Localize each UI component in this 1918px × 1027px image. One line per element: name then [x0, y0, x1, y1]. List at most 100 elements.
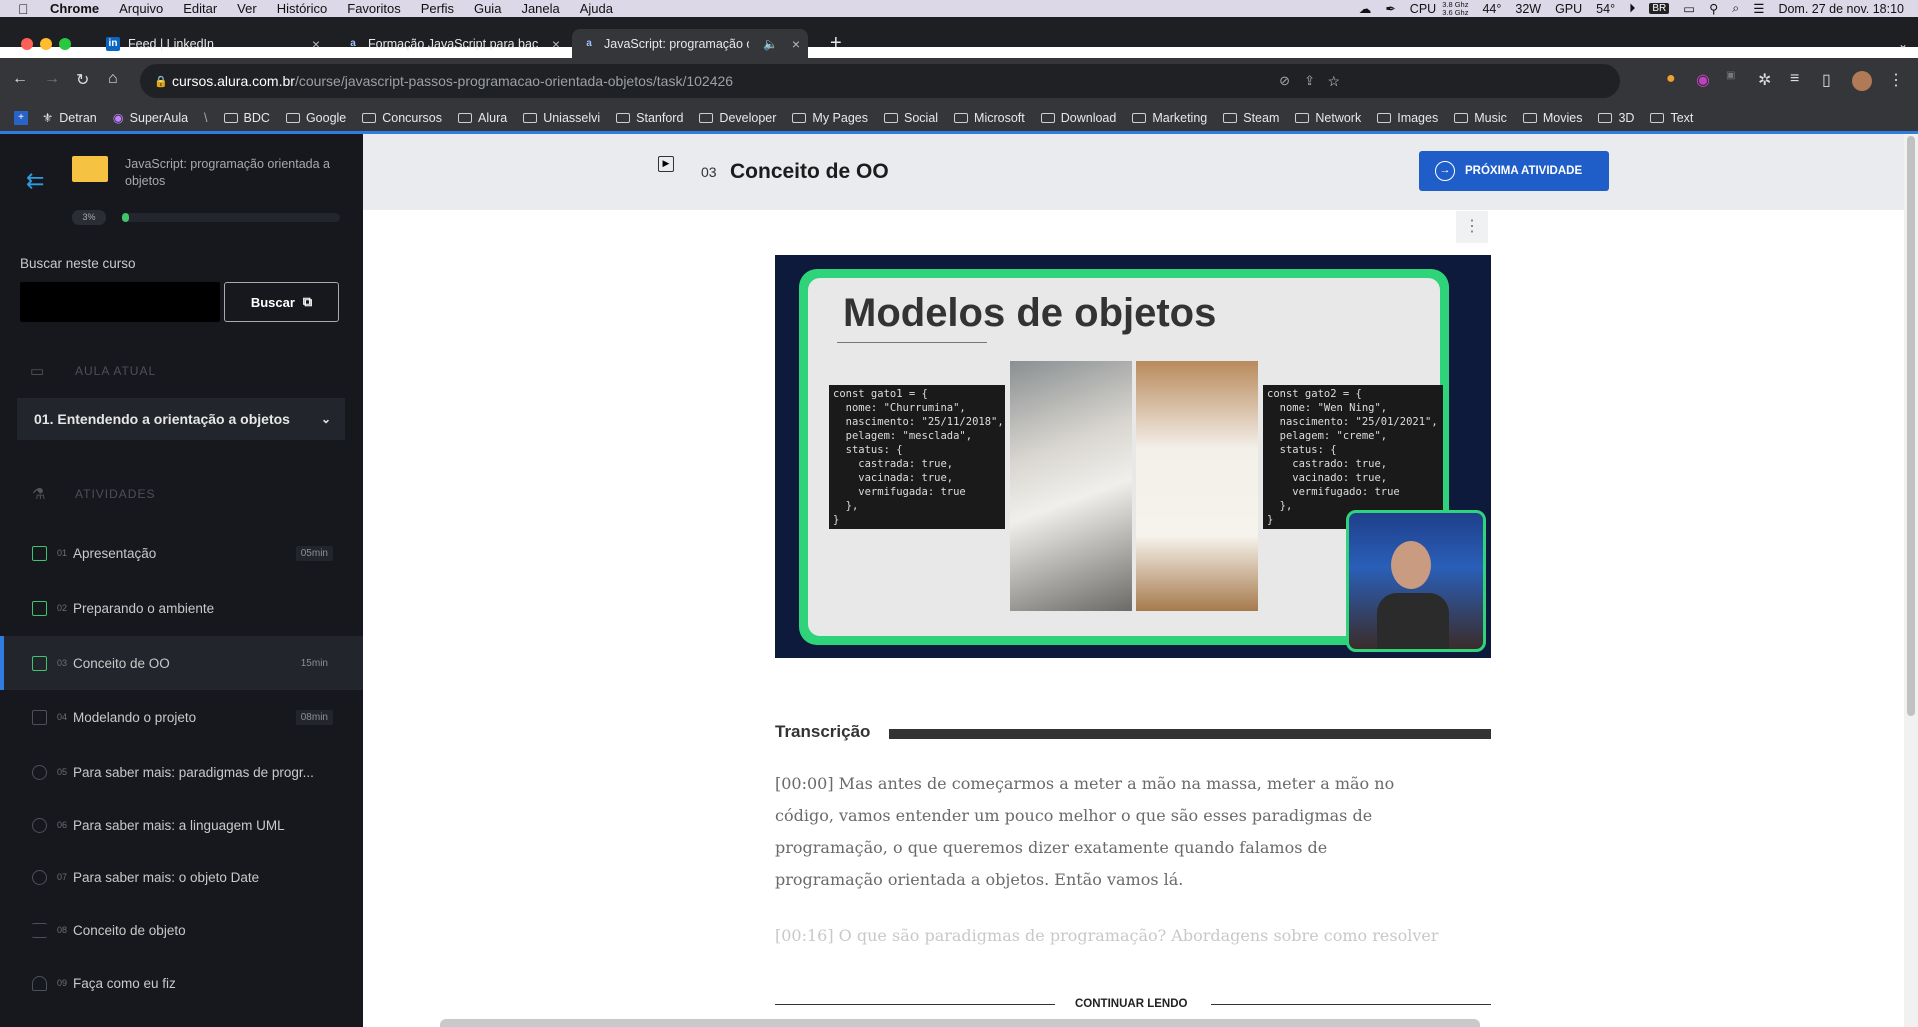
activity-item-active[interactable]: 03 Conceito de OO 15min: [0, 636, 363, 690]
bookmark-music[interactable]: Music: [1454, 111, 1507, 125]
bookmark-superaula[interactable]: ◉ SuperAula: [113, 110, 188, 126]
bookmark-microsoft[interactable]: Microsoft: [954, 111, 1025, 125]
power-readout[interactable]: 32W: [1515, 2, 1541, 16]
activity-num: 02: [57, 603, 68, 613]
avatar[interactable]: [1852, 71, 1872, 91]
bookmark-download[interactable]: Download: [1040, 111, 1116, 125]
activity-item[interactable]: 04 Modelando o projeto 08min: [0, 690, 363, 744]
scrollbar[interactable]: [1904, 134, 1918, 1027]
window-icon[interactable]: ▭: [1683, 1, 1695, 16]
tab-formacao[interactable]: a Formação JavaScript para bac ×: [336, 29, 568, 58]
code-line: }: [833, 514, 840, 526]
forward-icon[interactable]: →: [44, 70, 60, 88]
bookmark-pin-icon[interactable]: +: [14, 110, 28, 125]
next-activity-button[interactable]: → PRÓXIMA ATIVIDADE: [1419, 151, 1609, 191]
reload-icon[interactable]: ↻: [76, 70, 89, 90]
lock-icon[interactable]: 🔒: [154, 75, 168, 88]
datetime[interactable]: Dom. 27 de nov. 18:10: [1778, 2, 1904, 16]
menu-ajuda[interactable]: Ajuda: [580, 1, 613, 16]
tab-search-chevron-icon[interactable]: ⌄: [1888, 29, 1918, 58]
close-tab-icon[interactable]: ×: [792, 36, 800, 52]
address-bar[interactable]: 🔒 cursos.alura.com.br/course/javascript-…: [140, 64, 1620, 98]
share-icon[interactable]: ⇪: [1304, 73, 1315, 89]
network-icon[interactable]: ⚲: [1709, 1, 1718, 16]
control-center-icon[interactable]: ☰: [1753, 1, 1764, 16]
bookmark-movies[interactable]: Movies: [1522, 111, 1582, 125]
bookmark-images[interactable]: Images: [1377, 111, 1438, 125]
bookmark-my-pages[interactable]: My Pages: [792, 111, 868, 125]
sidepanel-icon[interactable]: ▯: [1822, 70, 1831, 90]
bookmark-social[interactable]: Social: [884, 111, 938, 125]
menu-perfis[interactable]: Perfis: [421, 1, 454, 16]
extension-icon[interactable]: ◉: [1696, 70, 1710, 90]
bookmark-steam[interactable]: Steam: [1223, 111, 1279, 125]
collapse-menu-icon[interactable]: ⇇: [26, 168, 44, 194]
menu-guia[interactable]: Guia: [474, 1, 501, 16]
current-lesson-dropdown[interactable]: 01. Entendendo a orientação a objetos ⌄: [17, 398, 345, 440]
activity-item[interactable]: 06 Para saber mais: a linguagem UML: [0, 798, 363, 852]
search-icon[interactable]: ⌕: [1732, 1, 1739, 16]
bookmark-uniasselvi[interactable]: Uniasselvi: [523, 111, 600, 125]
scrollbar-thumb[interactable]: [1907, 136, 1915, 716]
kebab-menu-icon[interactable]: ⋮: [1888, 70, 1904, 90]
bookmark-concursos[interactable]: Concursos: [362, 111, 442, 125]
folder-icon: [1598, 112, 1613, 123]
bookmark-3d[interactable]: 3D: [1598, 111, 1634, 125]
puzzle-icon[interactable]: ✲: [1758, 70, 1771, 90]
gpu-temp[interactable]: 54°: [1596, 2, 1615, 16]
lang-badge[interactable]: BR: [1649, 3, 1670, 14]
menu-janela[interactable]: Janela: [521, 1, 559, 16]
bookmark-developer[interactable]: Developer: [699, 111, 776, 125]
bookmark-stanford[interactable]: Stanford: [616, 111, 683, 125]
gpu-label[interactable]: GPU: [1555, 2, 1582, 16]
tab-title: JavaScript: programação o: [604, 36, 749, 51]
bookmark-alura[interactable]: Alura: [458, 111, 507, 125]
menu-historico[interactable]: Histórico: [277, 1, 328, 16]
bookmark-google[interactable]: Google: [285, 111, 346, 125]
feather-icon[interactable]: ✒: [1385, 1, 1395, 16]
back-icon[interactable]: ←: [12, 70, 28, 88]
macos-dock[interactable]: [440, 1019, 1480, 1027]
home-icon[interactable]: ⌂: [108, 70, 118, 88]
activity-item[interactable]: 05 Para saber mais: paradigmas de progr..…: [0, 745, 363, 799]
bookmark-marketing[interactable]: Marketing: [1132, 111, 1207, 125]
apple-icon[interactable]: : [18, 1, 36, 17]
play-icon[interactable]: ⏵: [1629, 1, 1635, 16]
course-search-input[interactable]: [20, 282, 220, 322]
speaker-icon[interactable]: 🔈: [763, 37, 778, 51]
tab-javascript-active[interactable]: a JavaScript: programação o 🔈 ×: [572, 29, 808, 58]
menu-ver[interactable]: Ver: [237, 1, 257, 16]
tab-linkedin[interactable]: in Feed | LinkedIn ×: [96, 29, 328, 58]
cpu-label[interactable]: CPU: [1410, 2, 1436, 16]
bookmark-detran[interactable]: ⚜ Detran: [42, 110, 97, 126]
close-window-button[interactable]: [21, 38, 33, 50]
close-tab-icon[interactable]: ×: [552, 36, 560, 52]
video-player[interactable]: Modelos de objetos const gato1 = { nome:…: [775, 255, 1491, 658]
cpu-temp[interactable]: 44°: [1482, 2, 1501, 16]
close-tab-icon[interactable]: ×: [312, 36, 320, 52]
activity-item[interactable]: 01 Apresentação 05min: [0, 526, 363, 580]
menu-favoritos[interactable]: Favoritos: [347, 1, 400, 16]
activity-item[interactable]: 09 Faça como eu fiz: [0, 956, 363, 1010]
menu-editar[interactable]: Editar: [183, 1, 217, 16]
minimize-window-button[interactable]: [40, 38, 52, 50]
cloud-icon[interactable]: ☁: [1359, 1, 1372, 16]
star-icon[interactable]: ☆: [1327, 73, 1340, 90]
activity-item[interactable]: 02 Preparando o ambiente: [0, 581, 363, 635]
new-tab-button[interactable]: +: [820, 29, 852, 58]
activity-item[interactable]: 08 Conceito de objeto: [0, 903, 363, 957]
activity-item[interactable]: 07 Para saber mais: o objeto Date: [0, 850, 363, 904]
bookmark-text[interactable]: Text: [1650, 111, 1693, 125]
bookmark-network[interactable]: Network: [1295, 111, 1361, 125]
more-options-icon[interactable]: ⋮: [1456, 211, 1488, 243]
bookmark-bdc[interactable]: BDC: [223, 111, 270, 125]
menu-app[interactable]: Chrome: [50, 1, 99, 16]
search-button[interactable]: Buscar ⧉: [224, 282, 339, 322]
eye-off-icon[interactable]: ⊘: [1279, 73, 1290, 89]
extension-icon[interactable]: ●: [1666, 70, 1676, 88]
menu-arquivo[interactable]: Arquivo: [119, 1, 163, 16]
continue-reading-button[interactable]: CONTINUAR LENDO: [1075, 998, 1187, 1010]
media-icon[interactable]: ≡: [1790, 70, 1799, 88]
extension-icon[interactable]: ▣: [1726, 70, 1735, 81]
zoom-window-button[interactable]: [59, 38, 71, 50]
